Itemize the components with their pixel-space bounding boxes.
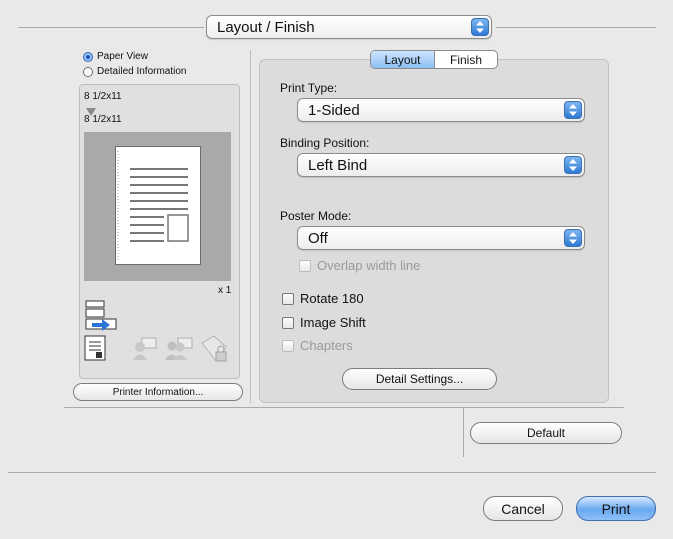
detailed-information-label: Detailed Information [97,66,187,77]
cancel-button[interactable]: Cancel [483,496,563,521]
top-separator-right [496,27,656,28]
up-down-arrows-icon [564,229,582,247]
output-size-label: 8 1/2x11 [84,114,122,125]
overlap-width-line-checkbox[interactable]: Overlap width line [299,258,420,273]
panel-bottom-separator [64,407,624,408]
layout-finish-tabs[interactable]: Layout Finish [370,50,498,69]
print-label: Print [601,500,631,517]
up-down-arrows-icon [471,18,489,36]
rotate-180-checkbox[interactable]: Rotate 180 [282,291,364,306]
panel-selector-popup[interactable]: Layout / Finish [206,15,492,39]
tab-layout-label: Layout [384,52,421,67]
cancel-label: Cancel [501,500,545,517]
top-separator-left [18,27,204,28]
page-preview-sheet [115,146,201,265]
detail-settings-label: Detail Settings... [375,372,464,386]
up-down-arrows-icon [564,156,582,174]
rotate-180-label: Rotate 180 [300,291,364,306]
copies-count: x 1 [218,285,232,296]
tab-finish[interactable]: Finish [435,51,497,68]
image-shift-label: Image Shift [300,315,366,330]
default-divider [463,407,464,457]
image-shift-checkbox[interactable]: Image Shift [282,315,366,330]
poster-mode-value: Off [308,229,328,247]
chapters-checkbox[interactable]: Chapters [282,338,353,353]
detailed-information-radio[interactable]: Detailed Information [83,66,187,77]
tab-layout[interactable]: Layout [371,51,434,68]
document-icon [84,335,106,366]
preview-panel: 8 1/2x11 8 1/2x11 x 1 [79,84,240,379]
binding-position-popup[interactable]: Left Bind [297,153,585,177]
user-settings-icon [132,337,158,366]
print-type-label: Print Type: [280,81,338,95]
output-tray-icon [84,299,120,338]
original-size-label: 8 1/2x11 [84,91,122,102]
printer-information-label: Printer Information... [112,386,204,398]
secure-folder-icon [198,333,230,370]
print-type-popup[interactable]: 1-Sided [297,98,585,122]
print-button[interactable]: Print [576,496,656,521]
users-icon [164,337,194,366]
default-button[interactable]: Default [470,422,622,444]
up-down-arrows-icon [564,101,582,119]
page-preview-area [84,132,231,281]
page-content-icon [117,151,189,260]
dialog-bottom-separator [8,472,656,473]
paper-view-label: Paper View [97,51,148,62]
overlap-width-line-label: Overlap width line [317,258,421,273]
detail-settings-button[interactable]: Detail Settings... [342,368,497,390]
printer-information-button[interactable]: Printer Information... [73,383,243,401]
binding-position-value: Left Bind [308,156,368,174]
tab-finish-label: Finish [449,52,482,67]
column-divider [250,50,251,403]
chapters-label: Chapters [300,338,353,353]
poster-mode-label: Poster Mode: [280,209,352,223]
print-type-value: 1-Sided [308,101,360,119]
panel-selector-label: Layout / Finish [217,18,315,36]
binding-position-label: Binding Position: [280,136,370,150]
default-label: Default [526,426,566,440]
paper-view-radio[interactable]: Paper View [83,51,148,62]
poster-mode-popup[interactable]: Off [297,226,585,250]
